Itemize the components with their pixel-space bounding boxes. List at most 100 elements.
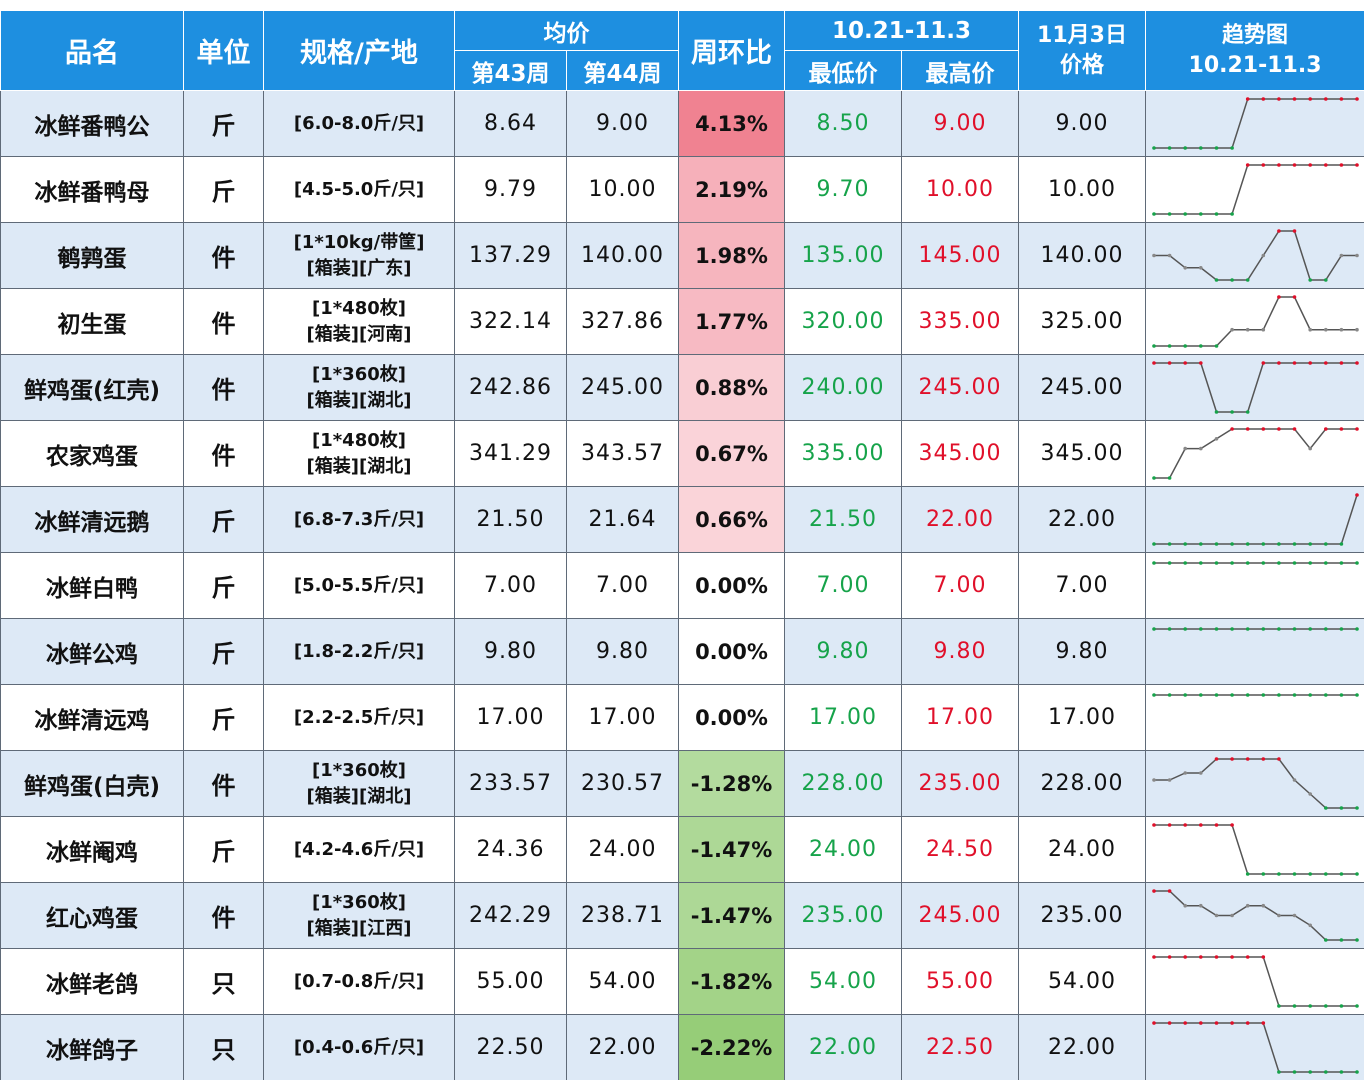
trend-point (1152, 778, 1156, 782)
trend-chart-cell (1145, 618, 1364, 685)
max-price-cell: 22.00 (900, 486, 1020, 553)
spec-line: [1.8-2.2斤/只] (293, 640, 425, 662)
product-name-cell: 冰鲜清远鸡 (0, 684, 184, 751)
spec-cell: [1*360枚] [箱装][湖北] (263, 354, 455, 421)
trend-sparkline (1152, 493, 1359, 546)
week43-price-cell: 242.29 (454, 882, 567, 949)
week44-price-cell: 343.57 (566, 420, 679, 487)
unit-cell: 斤 (183, 816, 264, 883)
max-price-cell: 17.00 (900, 684, 1020, 751)
product-name-cell: 红心鸡蛋 (0, 882, 184, 949)
min-price-cell: 235.00 (784, 882, 902, 949)
trend-point (1308, 97, 1313, 101)
trend-point (1324, 693, 1328, 697)
week44-price-cell: 9.00 (566, 90, 679, 157)
trend-point (1277, 229, 1281, 233)
product-name-cell: 鲜鸡蛋(红壳) (0, 354, 184, 421)
nov3-price-cell: 9.80 (1018, 618, 1147, 685)
origin-line: [箱装][河南] (306, 323, 412, 345)
trend-point (1183, 771, 1188, 775)
trend-point (1245, 410, 1250, 414)
trend-chart-cell (1145, 222, 1364, 289)
trend-point (1292, 229, 1297, 233)
trend-point (1152, 542, 1156, 546)
min-price-cell: 335.00 (784, 420, 902, 487)
trend-point (1292, 627, 1297, 631)
trend-point (1324, 938, 1328, 942)
max-price-cell: 345.00 (900, 420, 1020, 487)
col-name-header: 品名 (0, 10, 184, 91)
trend-point (1245, 327, 1250, 332)
unit-cell: 斤 (183, 552, 264, 619)
week44-price-cell: 230.57 (566, 750, 679, 817)
max-price-cell: 7.00 (900, 552, 1020, 619)
trend-point (1199, 446, 1203, 451)
trend-point (1339, 938, 1344, 942)
trend-point (1339, 327, 1344, 332)
trend-chart-cell (1145, 948, 1364, 1015)
unit-cell: 斤 (183, 156, 264, 223)
trend-point (1355, 361, 1359, 365)
trend-chart-cell (1145, 684, 1364, 751)
min-price-cell: 17.00 (784, 684, 902, 751)
trend-point (1183, 823, 1188, 827)
product-name-cell: 冰鲜阉鸡 (0, 816, 184, 883)
trend-point (1292, 693, 1297, 697)
trend-point (1214, 627, 1219, 631)
unit-cell: 件 (183, 750, 264, 817)
trend-point (1355, 938, 1359, 942)
week44-price-cell: 9.80 (566, 618, 679, 685)
nov3-price-cell: 22.00 (1018, 1014, 1147, 1080)
trend-sparkline (1152, 823, 1359, 876)
trend-point (1230, 823, 1234, 827)
trend-point (1245, 693, 1250, 697)
trend-point (1167, 823, 1172, 827)
table-row: 农家鸡蛋件 [1*480枚] [箱装][湖北] 341.29 343.57 0.67% 33… (0, 420, 1364, 487)
trend-point (1324, 163, 1328, 167)
trend-point (1308, 278, 1313, 282)
trend-point (1277, 693, 1281, 697)
unit-cell: 斤 (183, 90, 264, 157)
trend-chart-cell (1145, 552, 1364, 619)
week-change-cell: 4.13% (678, 90, 785, 157)
spec-line: [1*360枚] (312, 759, 406, 781)
max-price-cell: 55.00 (900, 948, 1020, 1015)
trend-sparkline (1152, 889, 1359, 942)
trend-point (1152, 561, 1156, 565)
nov3-price-cell: 245.00 (1018, 354, 1147, 421)
spec-cell: [1*480枚] [箱装][湖北] (263, 420, 455, 487)
nov3-price-cell: 22.00 (1018, 486, 1147, 553)
trend-point (1152, 344, 1156, 348)
week43-price-cell: 137.29 (454, 222, 567, 289)
origin-line: [箱装][广东] (306, 257, 412, 279)
origin-line: [箱装][江西] (306, 917, 412, 939)
spec-cell: [1*360枚] [箱装][湖北] (263, 750, 455, 817)
table-row: 冰鲜公鸡斤 [1.8-2.2斤/只] 9.80 9.80 0.00% 9.80 9.80 9.… (0, 618, 1364, 685)
trend-point (1339, 627, 1344, 631)
nov3-price-cell: 235.00 (1018, 882, 1147, 949)
week43-price-cell: 55.00 (454, 948, 567, 1015)
trend-point (1339, 561, 1344, 565)
week-change-cell: 0.00% (678, 618, 785, 685)
product-name-cell: 冰鲜鸽子 (0, 1014, 184, 1080)
trend-point (1152, 693, 1156, 697)
week44-price-cell: 238.71 (566, 882, 679, 949)
trend-point (1324, 327, 1328, 332)
trend-point (1292, 913, 1297, 918)
week44-price-cell: 245.00 (566, 354, 679, 421)
trend-chart-cell (1145, 420, 1364, 487)
spec-line: [1*480枚] (312, 429, 406, 451)
week43-price-cell: 7.00 (454, 552, 567, 619)
trend-point (1308, 693, 1313, 697)
trend-point (1183, 1021, 1188, 1025)
min-price-cell: 22.00 (784, 1014, 902, 1080)
trend-point (1339, 253, 1344, 258)
trend-point (1199, 266, 1203, 270)
trend-point (1245, 955, 1250, 959)
unit-cell: 斤 (183, 618, 264, 685)
trend-point (1277, 561, 1281, 565)
trend-point (1230, 757, 1234, 761)
trend-point (1245, 278, 1250, 282)
trend-title: 趋势图 (1222, 22, 1289, 48)
trend-point (1245, 427, 1250, 431)
